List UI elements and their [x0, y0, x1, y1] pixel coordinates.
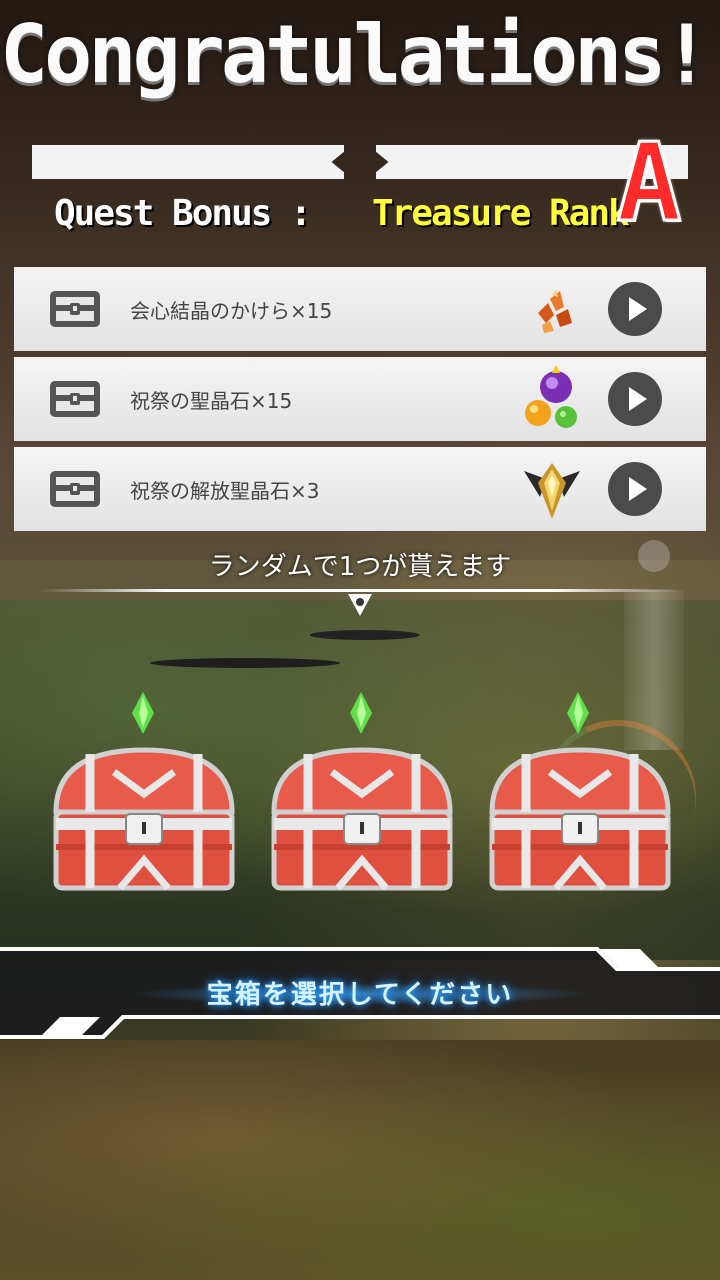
title-bar-left — [32, 145, 344, 179]
pointer-marker-icon — [348, 594, 372, 616]
green-gem-icon — [132, 692, 154, 734]
reward-row: 祝祭の聖晶石×15 — [14, 357, 706, 441]
treasure-chest-3[interactable] — [486, 742, 674, 892]
reward-name: 祝祭の聖晶石×15 — [130, 389, 293, 413]
floating-island-decoration — [310, 630, 420, 640]
floating-island-decoration — [150, 658, 340, 668]
treasure-rank-label: Treasure Rank — [372, 193, 630, 234]
green-gem-icon — [567, 692, 589, 734]
chest-outline-icon — [50, 381, 100, 417]
festival-crystal-icon — [525, 365, 577, 428]
treasure-chest-2[interactable] — [268, 742, 456, 892]
reward-row: 祝祭の解放聖晶石×3 — [14, 447, 706, 531]
rank-badge: A — [615, 121, 683, 246]
chest-outline-icon — [50, 471, 100, 507]
green-gem-icon — [350, 692, 372, 734]
play-button[interactable] — [608, 372, 662, 426]
reward-name: 会心結晶のかけら×15 — [130, 299, 333, 323]
crystal-shards-icon — [538, 289, 572, 333]
chest-outline-icon — [50, 291, 100, 327]
random-reward-note: ランダムで1つが貰えます — [208, 552, 512, 582]
play-button[interactable] — [608, 282, 662, 336]
reward-row: 会心結晶のかけら×15 — [14, 267, 706, 351]
release-crystal-icon — [524, 463, 580, 519]
select-chest-prompt: 宝箱を選択してください — [206, 980, 514, 1010]
play-button[interactable] — [608, 462, 662, 516]
background-ground — [0, 1040, 720, 1280]
reward-name: 祝祭の解放聖晶石×3 — [130, 479, 320, 503]
quest-bonus-label: Quest Bonus : — [54, 193, 312, 234]
title-underline-bar — [32, 145, 688, 179]
treasure-chest-1[interactable] — [50, 742, 238, 892]
congratulations-title: Congratulations!! — [0, 8, 720, 101]
